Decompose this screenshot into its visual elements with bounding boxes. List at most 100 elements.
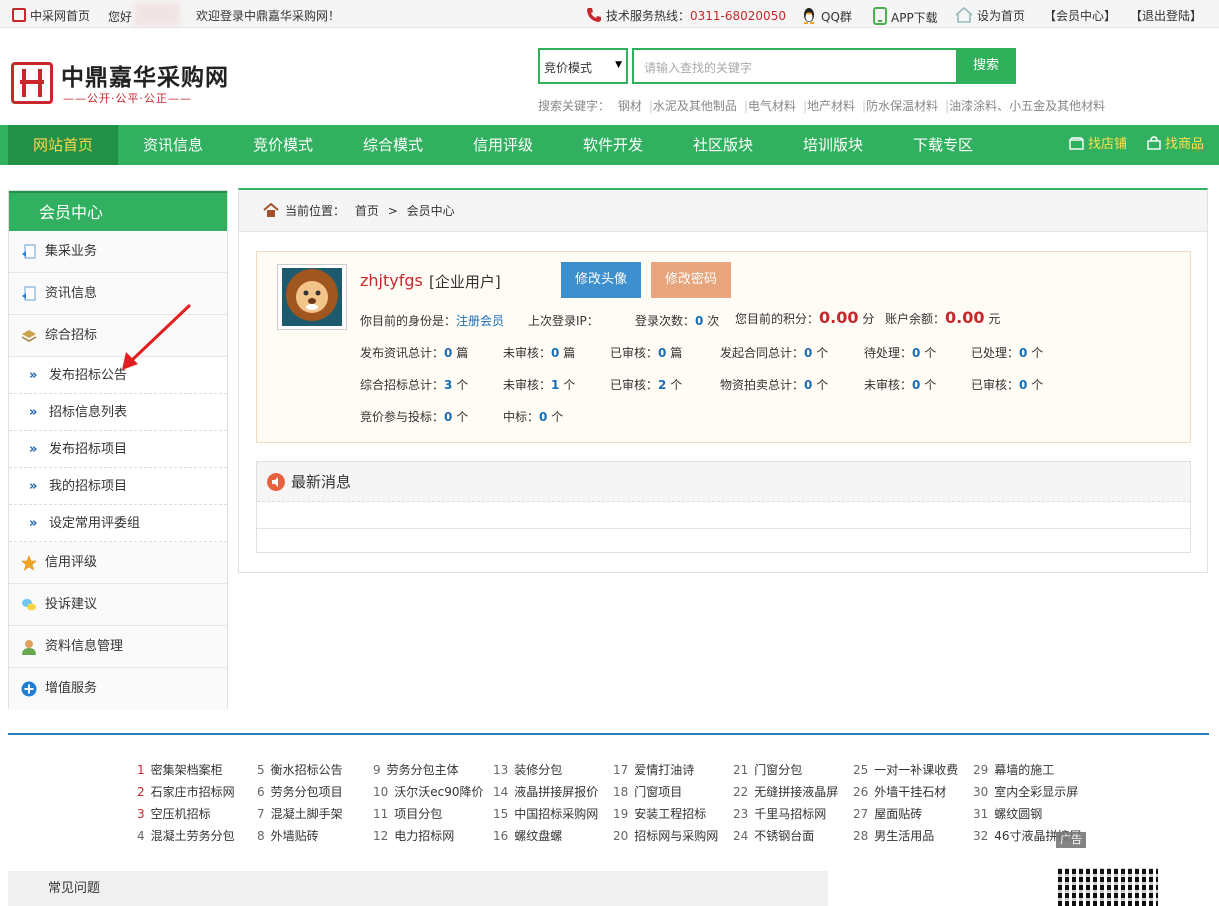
nav-item-integrated[interactable]: 综合模式 [338, 125, 448, 165]
keyword-link[interactable]: 防水保温材料 [866, 99, 938, 113]
change-avatar-button[interactable]: 修改头像 [561, 262, 641, 298]
breadcrumb-home[interactable]: 首页 [355, 204, 379, 218]
sidebar-sub-publish-project[interactable]: » 发布招标项目 [9, 431, 227, 468]
member-center-link[interactable]: 【会员中心】 [1044, 7, 1116, 24]
nav-item-news[interactable]: 资讯信息 [118, 125, 228, 165]
hot-link[interactable]: 27 屋面贴砖 [853, 805, 922, 822]
hot-link[interactable]: 4 混凝土劳务分包 [137, 827, 235, 844]
hot-link[interactable]: 19 安装工程招标 [613, 805, 706, 822]
qq-penguin-icon [804, 8, 814, 24]
hot-link[interactable]: 13 装修分包 [493, 761, 562, 778]
find-goods-link[interactable]: 找商品 [1147, 125, 1204, 165]
hot-link[interactable]: 26 外墙干挂石材 [853, 783, 946, 800]
search-input[interactable]: 请输入查找的关键字 [632, 48, 956, 84]
stat-item: 未审核：0 个 [864, 378, 937, 392]
hot-link[interactable]: 12 电力招标网 [373, 827, 454, 844]
hot-link[interactable]: 21 门窗分包 [733, 761, 802, 778]
home-icon [263, 203, 279, 217]
hot-link[interactable]: 28 男生活用品 [853, 827, 934, 844]
breadcrumb-current: 会员中心 [406, 204, 455, 218]
stat-item: 发起合同总计：0 个 [720, 346, 829, 360]
sidebar-item-procurement[interactable]: 集采业务 [9, 231, 227, 273]
hot-link[interactable]: 14 液晶拼接屏报价 [493, 783, 598, 800]
double-chevron-icon: » [29, 516, 38, 531]
hot-link[interactable]: 18 门窗项目 [613, 783, 682, 800]
hot-link[interactable]: 11 项目分包 [373, 805, 442, 822]
change-password-button[interactable]: 修改密码 [651, 262, 731, 298]
sidebar-sub-bid-list[interactable]: » 招标信息列表 [9, 394, 227, 431]
main-nav: 网站首页 资讯信息 竞价模式 综合模式 信用评级 软件开发 社区版块 培训版块 … [0, 125, 1219, 165]
stat-item: 物资拍卖总计：0 个 [720, 378, 829, 392]
stat-item: 发布资讯总计：0 篇 [360, 346, 469, 360]
nav-item-training[interactable]: 培训版块 [778, 125, 888, 165]
keyword-link[interactable]: 钢材 [618, 99, 642, 113]
blurred-username [134, 2, 181, 26]
sidebar-sub-reviewer-group[interactable]: » 设定常用评委组 [9, 505, 227, 542]
document-share-icon [22, 286, 36, 301]
hot-link[interactable]: 5 衡水招标公告 [257, 761, 343, 778]
sidebar-sub-my-projects[interactable]: » 我的招标项目 [9, 468, 227, 505]
stat-item: 综合招标总计：3 个 [360, 378, 469, 392]
hot-link[interactable]: 9 劳务分包主体 [373, 761, 459, 778]
plus-circle-icon [21, 681, 37, 697]
sidebar-item-credit[interactable]: 信用评级 [9, 542, 227, 584]
breadcrumb-separator: > [387, 204, 398, 218]
hot-link[interactable]: 22 无缝拼接液晶屏 [733, 783, 838, 800]
keyword-link[interactable]: 油漆涂料、小五金及其他材料 [949, 99, 1105, 113]
layers-icon [21, 330, 37, 342]
app-download-link[interactable]: APP下载 [873, 7, 938, 26]
hot-link[interactable]: 10 沃尔沃ec90降价 [373, 783, 484, 800]
sidebar-item-complaint[interactable]: 投诉建议 [9, 584, 227, 626]
shop-icon [1069, 137, 1084, 150]
nav-item-community[interactable]: 社区版块 [668, 125, 778, 165]
sidebar-item-profile[interactable]: 资料信息管理 [9, 626, 227, 668]
faq-section[interactable]: 常见问题 [8, 871, 828, 906]
hot-link[interactable]: 15 中国招标采购网 [493, 805, 598, 822]
ad-badge: 广告 [1056, 832, 1086, 848]
speaker-icon [267, 473, 285, 491]
double-chevron-icon: » [29, 442, 38, 457]
stat-item: 已审核：2 个 [610, 378, 683, 392]
avatar[interactable] [277, 264, 347, 330]
sidebar-item-value-added[interactable]: 增值服务 [9, 668, 227, 710]
hot-link[interactable]: 1 密集架档案柜 [137, 761, 223, 778]
keyword-link[interactable]: 电气材料 [748, 99, 796, 113]
identity-link[interactable]: 注册会员 [456, 314, 504, 328]
stat-item: 待处理：0 个 [864, 346, 937, 360]
home-icon [955, 7, 973, 23]
hot-link[interactable]: 7 混凝土脚手架 [257, 805, 343, 822]
stat-item: 已审核：0 个 [971, 378, 1044, 392]
hot-link[interactable]: 8 外墙贴砖 [257, 827, 319, 844]
hot-link[interactable]: 29 幕墙的施工 [973, 761, 1054, 778]
nav-item-download[interactable]: 下载专区 [888, 125, 998, 165]
logout-link[interactable]: 【退出登陆】 [1130, 7, 1202, 24]
hot-link[interactable]: 2 石家庄市招标网 [137, 783, 235, 800]
hot-link[interactable]: 16 螺纹盘螺 [493, 827, 562, 844]
hot-link[interactable]: 25 一对一补课收费 [853, 761, 958, 778]
stat-item: 已审核：0 篇 [610, 346, 683, 360]
hot-link[interactable]: 31 螺纹圆钢 [973, 805, 1042, 822]
hot-link[interactable]: 6 劳务分包项目 [257, 783, 343, 800]
nav-item-software[interactable]: 软件开发 [558, 125, 668, 165]
qq-group-link[interactable]: QQ群 [801, 7, 852, 25]
logo-emblem-icon [11, 62, 53, 104]
site-home-link[interactable]: 中采网首页 [12, 7, 90, 24]
hot-link[interactable]: 17 爱情打油诗 [613, 761, 694, 778]
hot-link[interactable]: 30 室内全彩显示屏 [973, 783, 1078, 800]
nav-item-bidding[interactable]: 竞价模式 [228, 125, 338, 165]
keyword-link[interactable]: 地产材料 [807, 99, 855, 113]
set-homepage-link[interactable]: 设为首页 [955, 7, 1025, 24]
profile-card: zhjtyfgs [企业用户] 修改头像 修改密码 你目前的身份是：注册会员 上… [256, 251, 1191, 443]
nav-item-home[interactable]: 网站首页 [8, 125, 118, 165]
search-button[interactable]: 搜索 [956, 48, 1016, 84]
hot-link[interactable]: 23 千里马招标网 [733, 805, 826, 822]
hot-link[interactable]: 20 招标网与采购网 [613, 827, 718, 844]
search-mode-select[interactable]: 竞价模式 [538, 48, 628, 84]
find-shop-link[interactable]: 找店铺 [1069, 125, 1127, 165]
phone-icon [587, 8, 601, 22]
red-arrow-annotation [122, 303, 192, 370]
hot-link[interactable]: 24 不锈钢台面 [733, 827, 814, 844]
nav-item-credit[interactable]: 信用评级 [448, 125, 558, 165]
keyword-link[interactable]: 水泥及其他制品 [653, 99, 737, 113]
hot-link[interactable]: 3 空压机招标 [137, 805, 211, 822]
